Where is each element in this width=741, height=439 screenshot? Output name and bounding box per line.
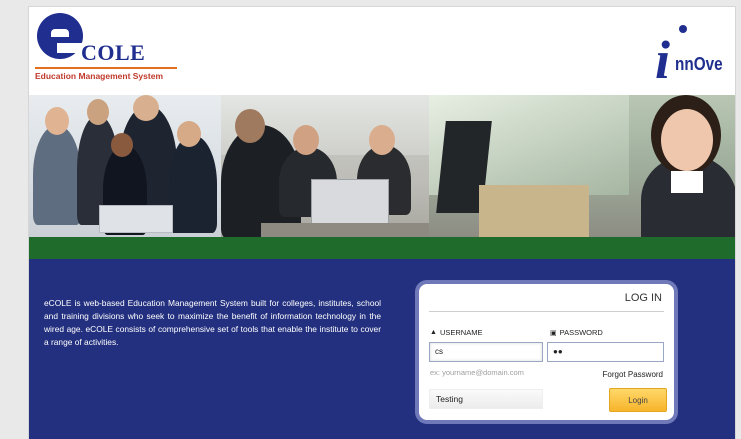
banner-photo-laptop — [429, 95, 735, 240]
banner-photo-meeting — [221, 95, 429, 240]
banner-photo-team — [29, 95, 221, 240]
banner — [29, 95, 735, 240]
username-label-row: ▲ USERNAME — [430, 328, 482, 337]
page-frame: COLE Education Management System i nnOve — [28, 6, 736, 439]
username-hint: ex: yourname@domain.com — [430, 368, 524, 377]
logo-text: COLE — [81, 40, 146, 65]
innove-dot-icon — [679, 25, 687, 33]
logo-subtitle: Education Management System — [35, 67, 177, 84]
username-label: USERNAME — [439, 328, 483, 337]
username-input[interactable]: cs — [429, 342, 543, 362]
login-box: LOG IN ▲ USERNAME ▣ PASSWORD cs ●● ex: y… — [415, 280, 678, 424]
green-divider-bar — [29, 237, 735, 259]
captcha-input[interactable]: Testing — [429, 389, 543, 409]
ecole-logo-icon — [37, 13, 83, 59]
innove-logo: i nnOve — [641, 23, 723, 87]
login-divider — [429, 311, 664, 312]
main-panel: eCOLE is web-based Education Management … — [29, 259, 735, 439]
innove-logo-text: nnOve — [675, 54, 723, 74]
description-text: eCOLE is web-based Education Management … — [44, 298, 381, 347]
user-icon: ▲ — [430, 329, 437, 336]
password-input[interactable]: ●● — [547, 342, 664, 362]
login-title: LOG IN — [624, 292, 662, 304]
header: COLE Education Management System i nnOve — [29, 7, 735, 95]
lock-icon: ▣ — [550, 329, 557, 337]
password-label-row: ▣ PASSWORD — [550, 328, 603, 337]
login-button[interactable]: Login — [609, 388, 667, 412]
innove-i-glyph: i — [655, 30, 671, 90]
password-label: PASSWORD — [559, 328, 603, 337]
forgot-password-link[interactable]: Forgot Password — [603, 370, 663, 379]
